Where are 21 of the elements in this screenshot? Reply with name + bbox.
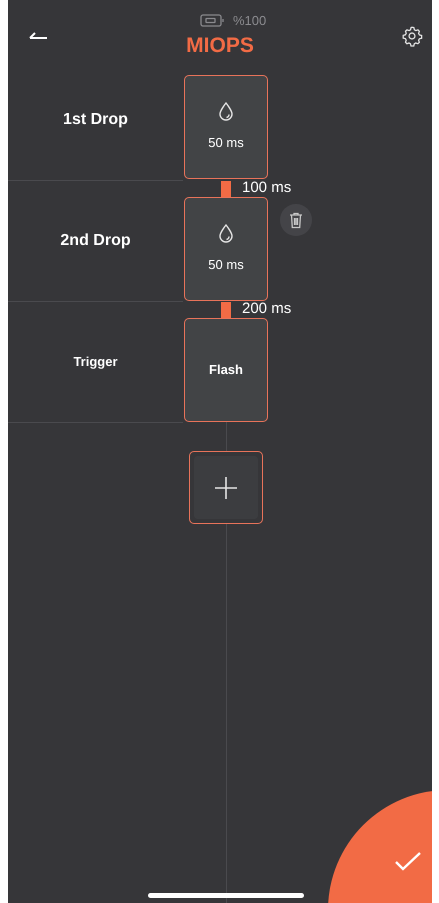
step-label: 2nd Drop: [60, 231, 131, 251]
droplet-icon: [219, 224, 233, 243]
delay-connector: [221, 302, 231, 318]
step-label: Trigger: [73, 353, 118, 372]
battery-level: %100: [233, 12, 266, 30]
settings-button[interactable]: [401, 25, 423, 47]
step-card[interactable]: 50 ms: [184, 197, 268, 301]
trash-icon: [289, 212, 303, 228]
battery-icon: [200, 14, 225, 28]
app-title: MIOPS: [185, 33, 255, 59]
add-step-button[interactable]: [189, 451, 263, 524]
step-card[interactable]: 50 ms: [184, 75, 268, 179]
delay-label[interactable]: 200 ms: [242, 300, 292, 318]
checkmark-icon: [394, 851, 422, 871]
delay-label[interactable]: 100 ms: [242, 179, 292, 197]
step-card[interactable]: Flash: [184, 318, 268, 422]
droplet-icon: [219, 102, 233, 121]
step-label: 1st Drop: [63, 110, 128, 130]
plus-icon: [214, 476, 238, 500]
delay-connector: [221, 181, 231, 197]
delete-button[interactable]: [280, 204, 312, 236]
